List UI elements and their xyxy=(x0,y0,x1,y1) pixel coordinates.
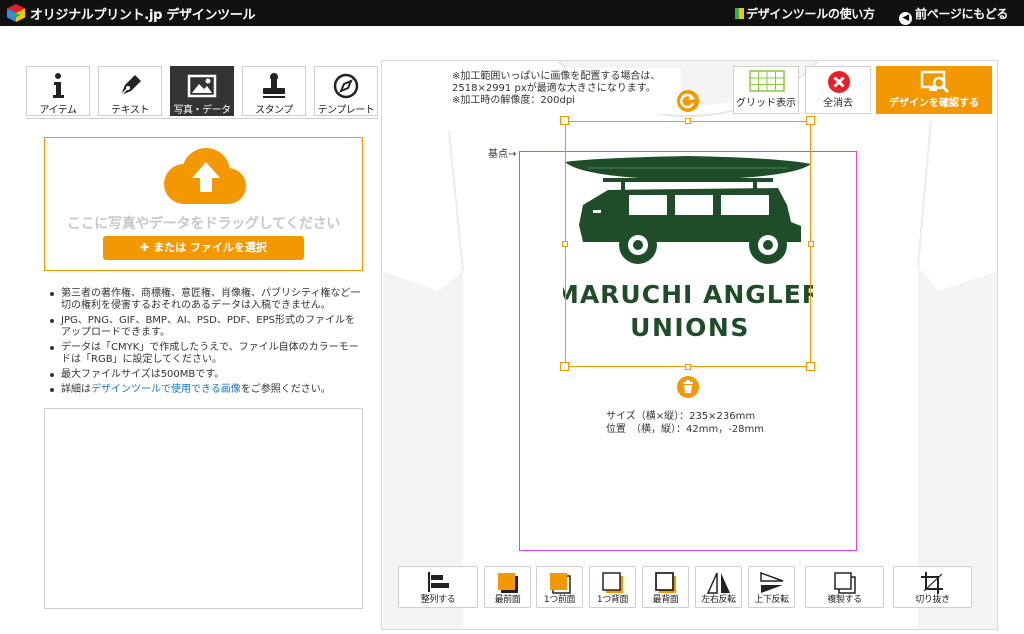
flip-horizontal-label: 左右反転 xyxy=(701,595,736,605)
send-backward-button[interactable]: 1つ背面 xyxy=(589,566,636,608)
crop-button[interactable]: 切り抜き xyxy=(893,566,972,608)
tab-text[interactable]: テキスト xyxy=(98,66,162,116)
position-readout: 位置 （横，縦）：42mm，-28mm xyxy=(606,424,765,435)
plus-icon: ✚ xyxy=(140,241,154,254)
top-bar: オリジナルプリント.jp デザインツール デザインツールの使い方 ◀ 前ページにも… xyxy=(0,0,1024,26)
resize-handle-top-left[interactable] xyxy=(560,116,569,125)
resize-handle-left[interactable] xyxy=(562,241,568,247)
send-to-back-button[interactable]: 最背面 xyxy=(642,566,689,608)
list-item: データは「CMYK」で作成したうえで、ファイル自体のカラーモードは「RGB」に設… xyxy=(48,342,363,366)
logo-text[interactable]: オリジナルプリント.jp デザインツール xyxy=(30,4,256,23)
crop-label: 切り抜き xyxy=(915,595,950,605)
confirm-design-button[interactable]: デザインを確認する xyxy=(876,66,992,114)
resize-handle-bottom[interactable] xyxy=(685,364,691,370)
resize-handle-top[interactable] xyxy=(685,118,691,124)
duplicate-label: 複製する xyxy=(827,595,862,605)
align-label: 整列する xyxy=(420,595,456,605)
back-arrow-icon: ◀ xyxy=(899,12,912,25)
list-item: 最大ファイルサイズは500MBです。 xyxy=(48,369,363,381)
info-icon xyxy=(53,73,64,98)
usable-images-link[interactable]: デザインツールで使用できる画像 xyxy=(91,384,241,395)
tab-stamp[interactable]: スタンプ xyxy=(242,66,306,116)
drop-hint-text: ここに写真やデータをドラッグしてください xyxy=(66,216,341,232)
confirm-button-label: デザインを確認する xyxy=(889,98,979,109)
compass-icon xyxy=(333,73,359,99)
stamp-icon xyxy=(263,73,285,98)
logo-icon xyxy=(7,4,25,22)
clear-all-button[interactable]: 全消去 xyxy=(805,66,871,114)
grid-button-label: グリッド表示 xyxy=(736,98,796,109)
bookmark-icon xyxy=(735,8,744,19)
flip-vertical-button[interactable]: 上下反転 xyxy=(748,566,795,608)
upload-notes: 第三者の著作権、商標権、意匠権、肖像権、パブリシティ権など一切の権利を侵害するお… xyxy=(48,288,363,399)
cloud-upload-icon xyxy=(164,148,246,204)
flip-horizontal-button[interactable]: 左右反転 xyxy=(695,566,742,608)
delete-element-button[interactable] xyxy=(677,376,699,398)
size-readout: サイズ（横×縦）：235×236mm xyxy=(606,411,756,422)
tab-label: アイテム xyxy=(39,105,78,116)
resize-handle-right[interactable] xyxy=(808,241,814,247)
print-tip: ※加工範囲いっぱいに画像を配置する場合は、 2518×2991 pxが最適な大き… xyxy=(446,68,681,114)
bring-forward-label: 1つ前面 xyxy=(543,595,576,605)
back-link[interactable]: ◀ 前ページにもどる xyxy=(899,5,1008,25)
send-to-back-label: 最背面 xyxy=(652,595,679,605)
tab-photo-data[interactable]: 写真・データ xyxy=(170,66,234,116)
uploaded-images-list[interactable] xyxy=(44,408,363,609)
selection-box[interactable] xyxy=(565,121,811,367)
align-icon xyxy=(428,572,449,592)
bring-to-front-label: 最前面 xyxy=(494,595,521,605)
bring-forward-button[interactable]: 1つ前面 xyxy=(536,566,583,608)
clear-button-label: 全消去 xyxy=(823,98,853,109)
tab-label: テンプレート xyxy=(317,105,375,116)
tab-label: 写真・データ xyxy=(173,105,232,116)
list-item: 第三者の著作権、商標権、意匠権、肖像権、パブリシティ権など一切の権利を侵害するお… xyxy=(48,288,363,312)
size-position-info: サイズ（横×縦）：235×236mm 位置 （横，縦）：42mm，-28mm xyxy=(598,404,776,444)
list-item: JPG、PNG、GIF、BMP、AI、PSD、PDF、EPS形式のファイルをアッ… xyxy=(48,315,363,339)
duplicate-button[interactable]: 複製する xyxy=(805,566,884,608)
grid-icon xyxy=(749,70,785,92)
rotate-icon xyxy=(680,93,695,109)
tab-label: スタンプ xyxy=(255,105,293,116)
bring-to-front-button[interactable]: 最前面 xyxy=(484,566,531,608)
resize-handle-bottom-left[interactable] xyxy=(560,362,569,371)
tab-template[interactable]: テンプレート xyxy=(314,66,378,116)
tab-item[interactable]: アイテム xyxy=(26,66,90,116)
resize-handle-top-right[interactable] xyxy=(806,116,815,125)
flip-vertical-label: 上下反転 xyxy=(754,595,789,605)
select-file-button[interactable]: ✚ または ファイルを選択 xyxy=(103,236,304,260)
list-item: 詳細はデザインツールで使用できる画像をご参照ください。 xyxy=(48,384,363,396)
origin-label: 基点→ xyxy=(488,149,517,160)
align-button[interactable]: 整列する xyxy=(398,566,478,608)
pen-icon xyxy=(118,75,141,98)
delete-circle-icon xyxy=(828,71,850,93)
upload-dropzone[interactable]: ここに写真やデータをドラッグしてください ✚ または ファイルを選択 xyxy=(44,137,363,271)
help-link[interactable]: デザインツールの使い方 xyxy=(735,5,875,22)
grid-toggle-button[interactable]: グリッド表示 xyxy=(733,66,799,114)
monitor-search-icon xyxy=(920,70,950,94)
send-backward-label: 1つ背面 xyxy=(596,595,629,605)
tab-label: テキスト xyxy=(111,105,149,116)
rotate-handle[interactable] xyxy=(677,90,699,112)
resize-handle-bottom-right[interactable] xyxy=(806,362,815,371)
image-icon xyxy=(187,74,217,98)
trash-icon xyxy=(683,380,693,393)
tabs-divider xyxy=(26,118,378,119)
